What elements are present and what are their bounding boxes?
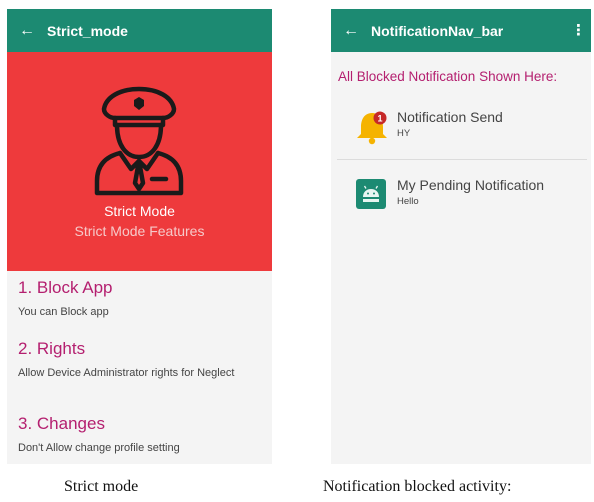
android-icon — [356, 179, 386, 209]
feature-changes[interactable]: 3. Changes Don't Allow change profile se… — [18, 414, 250, 455]
app-bar-title: NotificationNav_bar — [371, 22, 504, 39]
police-officer-icon — [94, 86, 184, 196]
feature-block-app[interactable]: 1. Block App You can Block app — [18, 278, 250, 319]
blocked-notifications-header: All Blocked Notification Shown Here: — [338, 69, 558, 84]
caption-strict-mode: Strict mode — [64, 478, 139, 495]
feature-title: 1. Block App — [18, 278, 113, 297]
feature-description: Don't Allow change profile setting — [18, 442, 180, 454]
strict-mode-screen: ← Strict_mode Strict Mode Strict Mode Fe… — [7, 9, 272, 464]
divider — [337, 159, 587, 160]
bell-icon: 1 — [357, 111, 387, 145]
caption-notification-blocked: Notification blocked activity: — [323, 478, 512, 495]
feature-description: Allow Device Administrator rights for Ne… — [18, 367, 235, 379]
more-vert-icon[interactable]: ⋮ — [571, 9, 586, 52]
strict-mode-hero: Strict Mode Strict Mode Features — [7, 52, 272, 271]
feature-title: 3. Changes — [18, 414, 105, 433]
notification-title: Notification Send — [397, 109, 503, 125]
app-bar: ← NotificationNav_bar ⋮ — [331, 9, 591, 52]
feature-title: 2. Rights — [18, 339, 86, 358]
feature-rights[interactable]: 2. Rights Allow Device Administrator rig… — [18, 339, 250, 380]
badge-count: 1 — [377, 114, 382, 124]
app-bar-title: Strict_mode — [47, 22, 128, 39]
notification-body: Hello — [397, 196, 419, 207]
notification-body: HY — [397, 128, 411, 139]
app-bar: ← Strict_mode — [7, 9, 272, 52]
feature-description: You can Block app — [18, 306, 109, 318]
arrow-left-icon[interactable]: ← — [7, 9, 47, 52]
hero-title: Strict Mode — [104, 203, 175, 219]
notification-title: My Pending Notification — [397, 177, 545, 193]
arrow-left-icon[interactable]: ← — [331, 9, 371, 52]
notification-blocked-screen: ← NotificationNav_bar ⋮ All Blocked Noti… — [331, 9, 591, 464]
hero-subtitle: Strict Mode Features — [74, 223, 205, 239]
